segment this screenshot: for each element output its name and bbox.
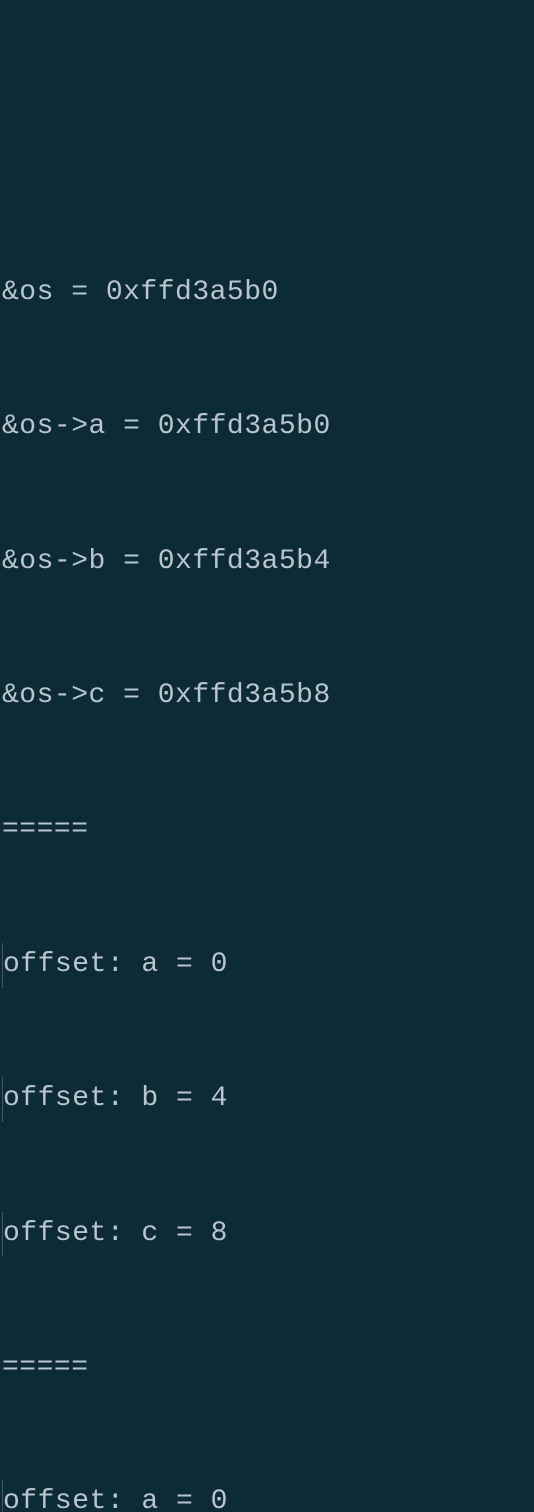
- output-line: &os->c = 0xffd3a5b8: [2, 674, 532, 719]
- output-line: offset: a = 0: [2, 943, 532, 988]
- separator-line: =====: [2, 1346, 532, 1391]
- output-line: &os = 0xffd3a5b0: [2, 271, 532, 316]
- output-line: offset: b = 4: [2, 1077, 532, 1122]
- output-line: &os->a = 0xffd3a5b0: [2, 405, 532, 450]
- separator-line: =====: [2, 808, 532, 853]
- output-line: offset: a = 0: [2, 1480, 532, 1512]
- output-line: &os->b = 0xffd3a5b4: [2, 540, 532, 585]
- output-line: offset: c = 8: [2, 1212, 532, 1257]
- terminal-output: &os = 0xffd3a5b0 &os->a = 0xffd3a5b0 &os…: [2, 181, 532, 1512]
